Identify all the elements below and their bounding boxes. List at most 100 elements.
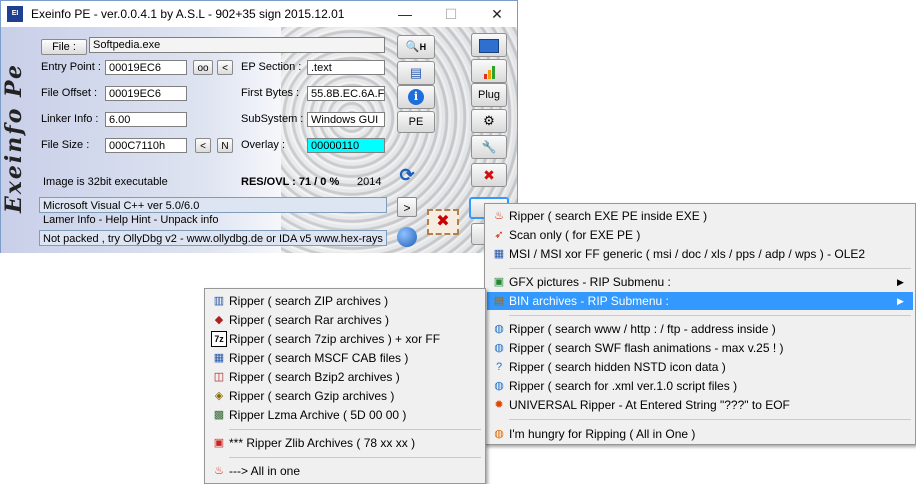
title-bar[interactable]: EI Exeinfo PE - ver.0.0.4.1 by A.S.L - 9… <box>1 1 517 27</box>
file-name-field[interactable]: Softpedia.exe <box>89 37 385 53</box>
ripper-menu-item-icon: ▤ <box>493 295 505 307</box>
linker-info-label: Linker Info : <box>41 113 99 125</box>
chart-icon <box>484 74 487 79</box>
ripper-menu-item[interactable]: ? Ripper ( search hidden NSTD icon data ) <box>487 358 913 376</box>
open-folder-button[interactable] <box>471 33 507 57</box>
chart-button[interactable] <box>471 59 507 83</box>
info-button[interactable]: i <box>397 85 435 109</box>
search-button[interactable]: 🔍H <box>397 35 435 59</box>
bin-submenu-item-label: Ripper ( search ZIP archives ) <box>229 294 389 308</box>
subsystem-label: SubSystem : <box>241 113 304 125</box>
bin-submenu-item[interactable]: ◈ Ripper ( search Gzip archives ) <box>207 387 483 405</box>
lamer-info-text[interactable]: Lamer Info - Help Hint - Unpack info <box>43 214 218 226</box>
compiler-field[interactable]: Microsoft Visual C++ ver 5.0/6.0 <box>39 197 387 213</box>
hint-next-button[interactable]: > <box>397 197 417 217</box>
pe-button[interactable]: PE <box>397 111 435 133</box>
main-window: EI Exeinfo PE - ver.0.0.4.1 by A.S.L - 9… <box>0 0 518 253</box>
bin-submenu-item-label: Ripper ( search Rar archives ) <box>229 313 390 327</box>
menu-separator <box>509 315 911 316</box>
ripper-menu-item[interactable]: ▦ MSI / MSI xor FF generic ( msi / doc / … <box>487 245 913 263</box>
tools-button[interactable]: 🔧 <box>471 135 507 159</box>
gear-icon: ⚙ <box>483 113 495 128</box>
ripper-menu-item-icon: ◍ <box>494 342 504 354</box>
size-prev-button[interactable]: < <box>195 138 211 153</box>
ep-prev-button[interactable]: < <box>217 60 233 75</box>
ripper-menu-item-label: Scan only ( for EXE PE ) <box>509 228 641 242</box>
first-bytes-field[interactable]: 55.8B.EC.6A.FF <box>307 86 385 101</box>
settings-button[interactable]: ⚙ <box>471 109 507 133</box>
submenu-arrow-icon: ▶ <box>897 277 904 287</box>
overlay-field[interactable]: 00000110 <box>307 138 385 153</box>
menu-separator <box>509 419 911 420</box>
bin-submenu-item-icon: ▥ <box>213 295 225 307</box>
delete-icon: ✖ <box>483 167 495 183</box>
bin-submenu-item[interactable]: ◆ Ripper ( search Rar archives ) <box>207 311 483 329</box>
file-size-field[interactable]: 000C7110h <box>105 138 187 153</box>
ripper-menu-item-label: GFX pictures - RIP Submenu : <box>509 275 671 289</box>
ripper-menu-item[interactable]: ✹ UNIVERSAL Ripper - At Entered String "?… <box>487 396 913 414</box>
ripper-menu-item[interactable]: ◍ Ripper ( search www / http : / ftp - ad… <box>487 320 913 338</box>
ripper-menu-item[interactable]: ◍ Ripper ( search SWF flash animations - … <box>487 339 913 357</box>
entry-point-label: Entry Point : <box>41 61 101 73</box>
ripper-menu-item[interactable]: ◍ Ripper ( search for .xml ver.1.0 script… <box>487 377 913 395</box>
stamp-icon: ✖ <box>436 213 450 230</box>
ep-section-label: EP Section : <box>241 61 302 73</box>
ripper-menu-item[interactable]: ◍ I'm hungry for Ripping ( All in One ) <box>487 425 913 443</box>
file-button[interactable]: File : <box>41 39 87 55</box>
size-n-button[interactable]: N <box>217 138 233 153</box>
bin-submenu-item[interactable]: ▦ Ripper ( search MSCF CAB files ) <box>207 349 483 367</box>
ripper-menu-item-label: BIN archives - RIP Submenu : <box>509 294 669 308</box>
res-ovl-text: RES/OVL : 71 / 0 % <box>241 176 340 188</box>
ep-section-field[interactable]: .text <box>307 60 385 75</box>
bin-submenu-item-icon: ◈ <box>214 390 224 402</box>
ripper-menu-item[interactable]: ➶ Scan only ( for EXE PE ) <box>487 226 913 244</box>
ripper-menu-item[interactable]: ♨ Ripper ( search EXE PE inside EXE ) <box>487 207 913 225</box>
entry-point-field[interactable]: 00019EC6 <box>105 60 187 75</box>
ripper-menu-item-icon: ▦ <box>493 248 505 260</box>
bin-submenu-item[interactable]: ▣ *** Ripper Zlib Archives ( 78 xx xx ) <box>207 434 483 452</box>
bin-submenu-item[interactable]: ♨ ---> All in one <box>207 462 483 480</box>
logo-text: Exeinfo Pe <box>1 63 27 213</box>
bin-submenu-item[interactable]: ▥ Ripper ( search ZIP archives ) <box>207 292 483 310</box>
search-icon: 🔍 <box>405 41 420 53</box>
info-icon: i <box>408 89 424 105</box>
minimize-button[interactable]: — <box>385 1 425 27</box>
bin-submenu-item-label: ---> All in one <box>229 464 301 478</box>
ripper-menu-item-label: Ripper ( search EXE PE inside EXE ) <box>509 209 708 223</box>
linker-info-field[interactable]: 6.00 <box>105 112 187 127</box>
bin-submenu-item-icon: ◫ <box>213 371 225 383</box>
bin-submenu-item-label: Ripper ( search Bzip2 archives ) <box>229 370 400 384</box>
file-offset-field[interactable]: 00019EC6 <box>105 86 187 101</box>
bin-submenu-item-icon: 7z <box>211 331 227 347</box>
menu-separator <box>509 268 911 269</box>
ripper-menu-item[interactable]: ▤ BIN archives - RIP Submenu : ▶ <box>487 292 913 310</box>
window-title: Exeinfo PE - ver.0.0.4.1 by A.S.L - 902+… <box>31 7 345 21</box>
ripper-menu-item-label: Ripper ( search for .xml ver.1.0 script … <box>509 379 738 393</box>
bin-submenu-item-icon: ▣ <box>213 437 225 449</box>
bin-submenu-item-icon: ▦ <box>213 352 225 364</box>
oo-button[interactable]: oo <box>193 60 213 75</box>
close-button[interactable]: ✕ <box>477 1 517 27</box>
exit-button[interactable]: ✖ <box>471 163 507 187</box>
ripper-menu: ♨ Ripper ( search EXE PE inside EXE ) ➶ Sca… <box>484 203 916 445</box>
stamp-button[interactable]: ✖ <box>427 209 459 235</box>
menu-separator <box>229 429 481 430</box>
bin-submenu-item[interactable]: ▩ Ripper Lzma Archive ( 5D 00 00 ) <box>207 406 483 424</box>
globe-icon[interactable] <box>397 227 417 247</box>
hint-field[interactable]: Not packed , try OllyDbg v2 - www.ollydb… <box>39 230 387 246</box>
subsystem-field[interactable]: Windows GUI <box>307 112 385 127</box>
app-icon: EI <box>7 6 23 22</box>
bin-submenu-item-label: *** Ripper Zlib Archives ( 78 xx xx ) <box>229 436 416 450</box>
ripper-menu-item-label: Ripper ( search hidden NSTD icon data ) <box>509 360 726 374</box>
ripper-menu-item-label: Ripper ( search www / http : / ftp - add… <box>509 322 776 336</box>
maximize-button[interactable]: ☐ <box>431 1 471 27</box>
refresh-icon[interactable]: ⟳ <box>397 165 417 187</box>
bin-submenu-item[interactable]: ◫ Ripper ( search Bzip2 archives ) <box>207 368 483 386</box>
database-button[interactable]: ▤ <box>397 61 435 85</box>
image-type-text: Image is 32bit executable <box>43 176 168 188</box>
bin-submenu-item[interactable]: 7z Ripper ( search 7zip archives ) + xor … <box>207 330 483 348</box>
ripper-menu-item[interactable]: ▣ GFX pictures - RIP Submenu : ▶ <box>487 273 913 291</box>
first-bytes-label: First Bytes : <box>241 87 300 99</box>
plug-button[interactable]: Plug <box>471 83 507 107</box>
bin-submenu-item-label: Ripper ( search Gzip archives ) <box>229 389 395 403</box>
